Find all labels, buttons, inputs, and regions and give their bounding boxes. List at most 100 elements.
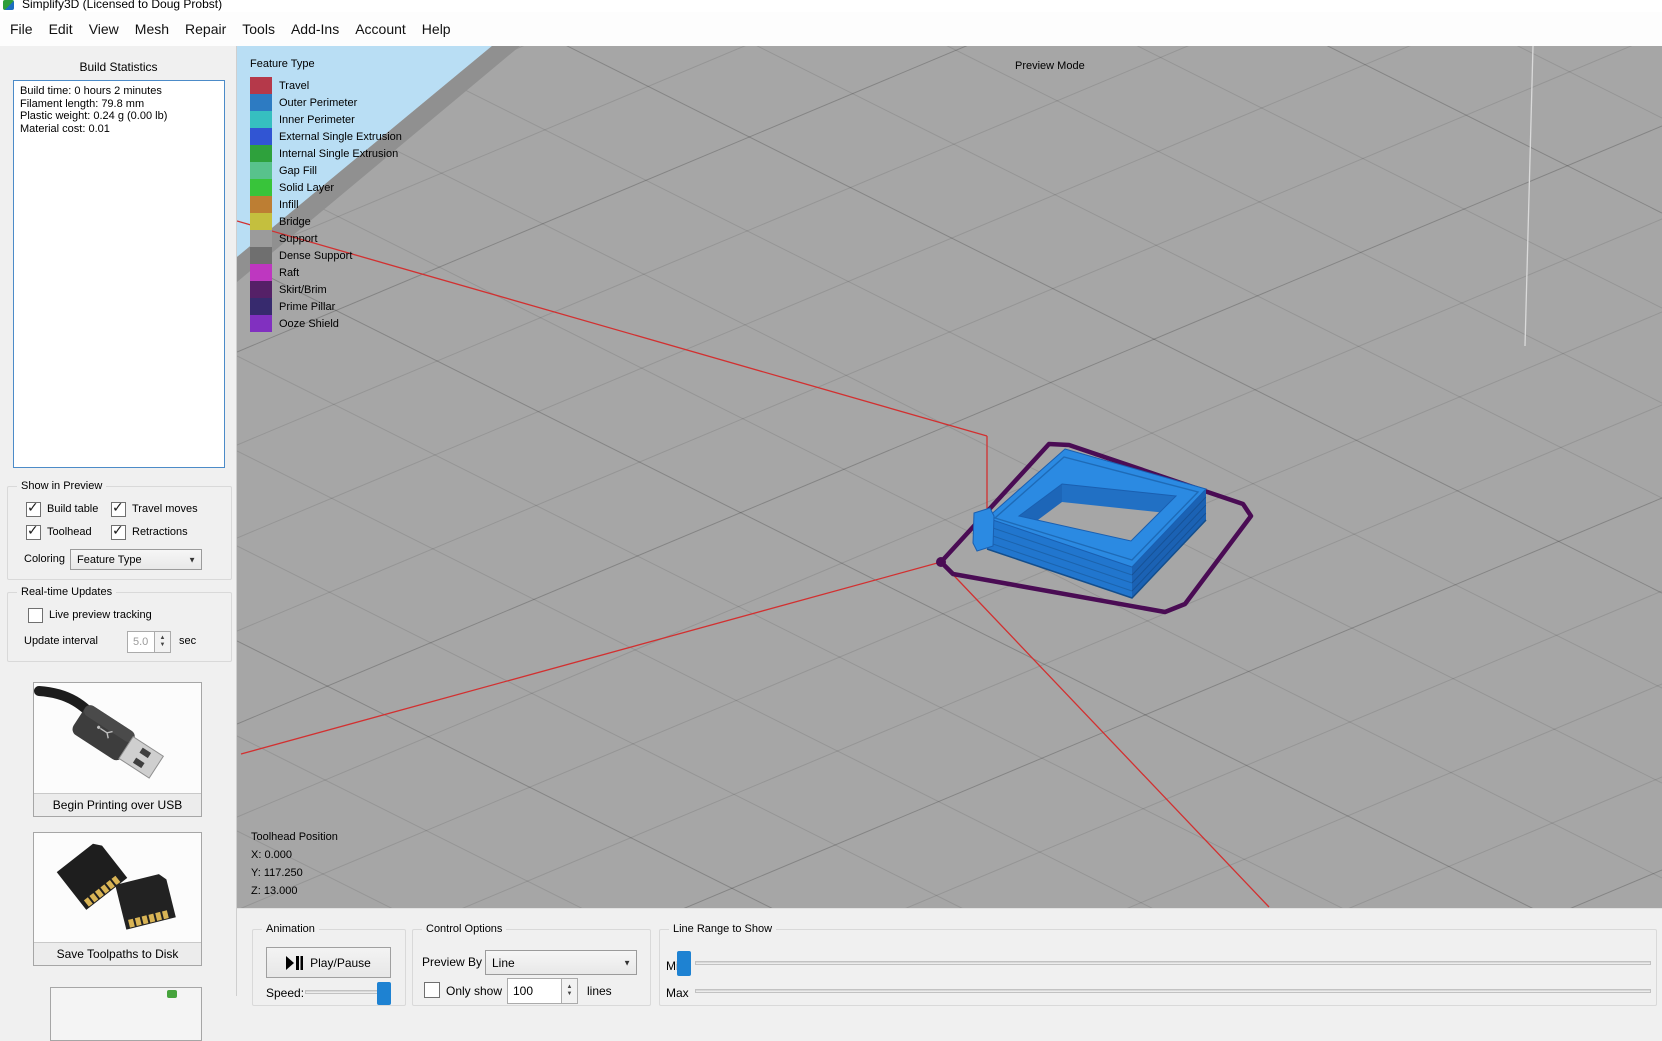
play-pause-button[interactable]: Play/Pause [266, 947, 391, 978]
legend-color-swatch [250, 213, 272, 230]
menu-bar: File Edit View Mesh Repair Tools Add-Ins… [0, 12, 1662, 46]
legend-color-swatch [250, 247, 272, 264]
build-table-label: Build table [47, 503, 98, 515]
legend-item: Infill [250, 196, 402, 213]
app-icon [3, 0, 14, 10]
stat-plastic-weight: Plastic weight: 0.24 g (0.00 lb) [20, 110, 218, 123]
legend-color-swatch [250, 94, 272, 111]
legend-color-swatch [250, 281, 272, 298]
preview-by-value: Line [492, 956, 515, 970]
menu-file[interactable]: File [2, 17, 41, 41]
legend-item-label: Inner Perimeter [279, 114, 355, 126]
menu-edit[interactable]: Edit [41, 17, 81, 41]
toolhead-label: Toolhead [47, 526, 92, 538]
min-slider-track[interactable] [695, 961, 1651, 965]
legend-color-swatch [250, 298, 272, 315]
legend-color-swatch [250, 111, 272, 128]
legend-item: Dense Support [250, 247, 402, 264]
menu-account[interactable]: Account [347, 17, 414, 41]
line-range-title: Line Range to Show [669, 923, 776, 935]
line-range-group: Line Range to Show [659, 929, 1657, 1006]
toolhead-z: Z: 13.000 [251, 882, 338, 900]
legend-item: Bridge [250, 213, 402, 230]
update-interval-spinner[interactable]: 5.0 ▲▼ [127, 631, 171, 653]
play-pause-icon [286, 956, 303, 970]
min-slider-handle[interactable] [677, 951, 691, 976]
legend-item: Raft [250, 264, 402, 281]
usb-cable-image [34, 683, 201, 794]
build-statistics-box: Build time: 0 hours 2 minutes Filament l… [13, 80, 225, 468]
begin-printing-usb-button[interactable]: Begin Printing over USB [33, 682, 202, 817]
toolhead-y: Y: 117.250 [251, 864, 338, 882]
spinner-arrows-icon[interactable]: ▲▼ [561, 979, 577, 1003]
only-show-lines-spinner[interactable]: 100 ▲▼ [507, 978, 578, 1004]
legend-item: Prime Pillar [250, 298, 402, 315]
build-table-checkbox [26, 502, 41, 517]
menu-tools[interactable]: Tools [234, 17, 283, 41]
menu-addins[interactable]: Add-Ins [283, 17, 347, 41]
legend-item-label: Prime Pillar [279, 301, 335, 313]
preview-by-dropdown[interactable]: Line ▼ [485, 950, 637, 975]
legend-item: Support [250, 230, 402, 247]
sd-cards-image [34, 833, 201, 943]
legend-color-swatch [250, 128, 272, 145]
save-toolpaths-button[interactable]: Save Toolpaths to Disk [33, 832, 202, 966]
speed-slider-handle[interactable] [377, 982, 391, 1005]
menu-view[interactable]: View [81, 17, 127, 41]
spinner-arrows-icon[interactable]: ▲▼ [154, 632, 170, 652]
legend-item: Ooze Shield [250, 315, 402, 332]
legend-item-label: Infill [279, 199, 299, 211]
preview-mode-label: Preview Mode [1015, 60, 1085, 72]
retractions-label: Retractions [132, 526, 188, 538]
update-interval-value: 5.0 [133, 636, 148, 648]
menu-repair[interactable]: Repair [177, 17, 234, 41]
legend-item: Gap Fill [250, 162, 402, 179]
live-preview-checkbox [28, 608, 43, 623]
menu-help[interactable]: Help [414, 17, 459, 41]
save-toolpaths-label: Save Toolpaths to Disk [34, 942, 201, 965]
legend-item: Outer Perimeter [250, 94, 402, 111]
max-slider-track[interactable] [695, 989, 1651, 993]
skirt-start-point [936, 557, 946, 567]
retractions-checkbox [111, 525, 126, 540]
chevron-down-icon: ▼ [188, 555, 196, 564]
legend-color-swatch [250, 196, 272, 213]
playback-panel: Animation Play/Pause Speed: Control Opti… [237, 908, 1662, 996]
preview-3d-viewport[interactable]: Feature Type Travel Outer Perimeter Inne… [237, 46, 1662, 908]
coloring-dropdown[interactable]: Feature Type ▼ [70, 549, 202, 570]
window-title: Simplify3D (Licensed to Doug Probst) [22, 0, 222, 11]
live-preview-label: Live preview tracking [49, 609, 152, 621]
legend-item-label: Solid Layer [279, 182, 334, 194]
partial-button-icon [167, 990, 177, 998]
stat-material-cost: Material cost: 0.01 [20, 123, 218, 136]
legend-color-swatch [250, 264, 272, 281]
build-statistics-title: Build Statistics [0, 60, 237, 74]
legend-item-label: Support [279, 233, 318, 245]
realtime-updates-title: Real-time Updates [17, 586, 116, 598]
legend-item-label: Ooze Shield [279, 318, 339, 330]
left-sidebar: Build Statistics Build time: 0 hours 2 m… [0, 46, 237, 996]
update-interval-label: Update interval [24, 635, 98, 647]
travel-moves-label: Travel moves [132, 503, 198, 515]
toolhead-position-readout: Toolhead Position X: 0.000 Y: 117.250 Z:… [251, 828, 338, 900]
menu-mesh[interactable]: Mesh [127, 17, 177, 41]
toolhead-x: X: 0.000 [251, 846, 338, 864]
coloring-value: Feature Type [77, 554, 142, 566]
realtime-updates-group: Real-time Updates [7, 592, 232, 662]
legend-item-label: External Single Extrusion [279, 131, 402, 143]
build-plate [237, 46, 1662, 908]
legend-item-label: Raft [279, 267, 299, 279]
legend-color-swatch [250, 77, 272, 94]
partial-button-bottom[interactable] [50, 987, 202, 1041]
print-start-nub [973, 508, 994, 551]
legend-item-label: Outer Perimeter [279, 97, 357, 109]
title-bar: Simplify3D (Licensed to Doug Probst) [0, 0, 1662, 12]
legend-item-label: Dense Support [279, 250, 352, 262]
legend-color-swatch [250, 145, 272, 162]
legend-item: Solid Layer [250, 179, 402, 196]
legend-color-swatch [250, 230, 272, 247]
play-pause-label: Play/Pause [310, 956, 371, 970]
legend-item: Skirt/Brim [250, 281, 402, 298]
legend-color-swatch [250, 179, 272, 196]
max-label: Max [666, 986, 689, 1000]
